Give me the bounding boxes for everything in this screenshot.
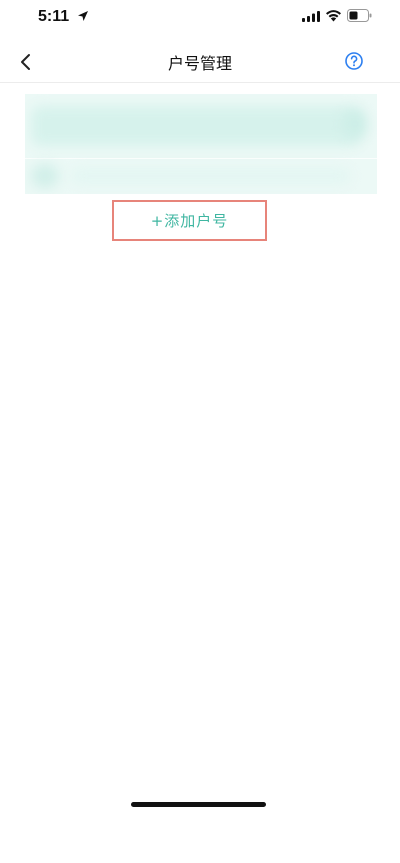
page-title: 户号管理 bbox=[167, 54, 232, 73]
status-time: 5:11 bbox=[38, 8, 70, 25]
blurred-card-icon bbox=[343, 110, 367, 138]
location-arrow-icon bbox=[78, 11, 88, 21]
help-circle-icon[interactable] bbox=[344, 51, 364, 71]
add-account-label: +添加户号 bbox=[150, 212, 229, 230]
status-bar: 5:11 bbox=[0, 0, 400, 36]
nav-bar: 户号管理 bbox=[0, 40, 400, 83]
blurred-account-info bbox=[31, 106, 361, 146]
add-account-button[interactable]: +添加户号 bbox=[112, 200, 267, 241]
blurred-account-detail bbox=[71, 168, 351, 184]
battery-icon bbox=[347, 9, 372, 22]
card-divider bbox=[25, 158, 377, 159]
blurred-avatar bbox=[31, 164, 59, 188]
account-card[interactable] bbox=[25, 94, 377, 194]
signal-icon bbox=[302, 11, 320, 22]
home-indicator bbox=[131, 802, 266, 807]
wifi-icon bbox=[326, 10, 341, 22]
